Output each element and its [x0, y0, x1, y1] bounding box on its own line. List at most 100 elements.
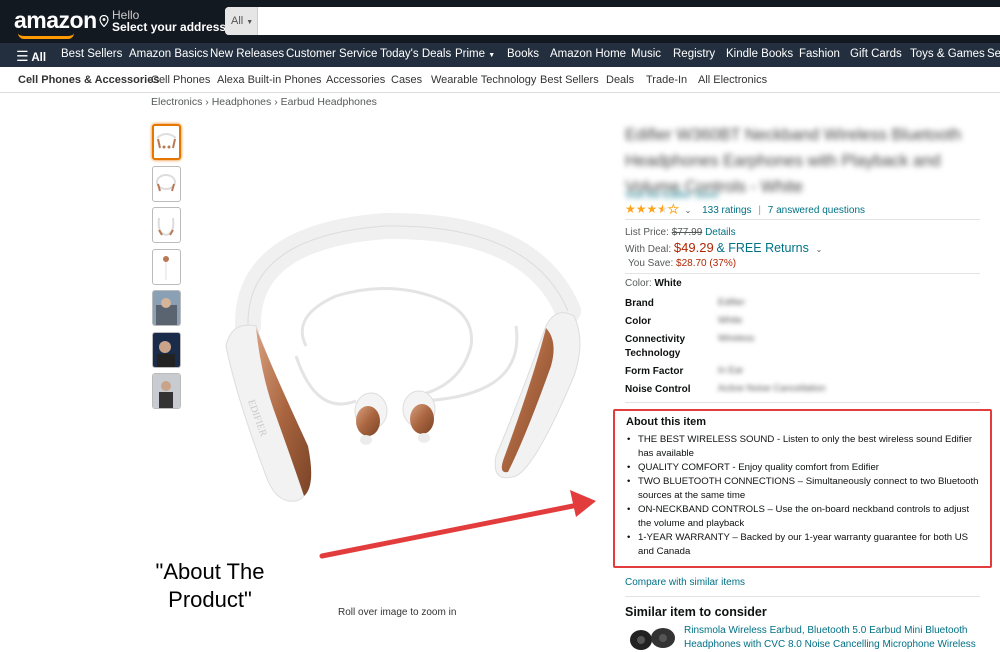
- category-subnav: Cell Phones & Accessories Cell Phones Al…: [0, 67, 1000, 93]
- list-price-value: $77.99: [671, 227, 703, 238]
- about-this-item: About this item THE BEST WIRELESS SOUND …: [613, 409, 992, 568]
- search-category-dropdown[interactable]: All ▼: [225, 7, 258, 35]
- deal-price-row: With Deal: $49.29 & FREE Returns ⌄: [625, 240, 822, 255]
- divider: [625, 219, 980, 220]
- breadcrumb-item[interactable]: Electronics: [151, 96, 202, 108]
- thumbnail-image[interactable]: [152, 207, 181, 243]
- similar-item-link[interactable]: Rinsmola Wireless Earbud, Bluetooth 5.0 …: [684, 624, 984, 652]
- color-value: White: [654, 278, 682, 289]
- thumbnail-image[interactable]: [152, 373, 181, 409]
- thumbnail-image[interactable]: [152, 166, 181, 202]
- annotation-callout: "About The Product": [150, 558, 270, 614]
- hamburger-icon: ☰: [16, 48, 29, 64]
- list-price-label: List Price:: [625, 227, 669, 238]
- rating-row: ★★★★★★ ⌄ 133 ratings | 7 answered questi…: [625, 202, 866, 217]
- subnav-item[interactable]: Trade-In: [646, 74, 687, 86]
- color-selector: Color: White: [625, 278, 682, 289]
- nav-item[interactable]: Music: [631, 48, 661, 60]
- spec-label: Form Factor: [625, 366, 684, 377]
- chevron-down-icon[interactable]: ⌄: [816, 245, 823, 254]
- nav-item[interactable]: Amazon Basics: [129, 48, 208, 60]
- spec-label: Noise Control: [625, 384, 691, 395]
- nav-item[interactable]: New Releases: [210, 48, 284, 60]
- nav-item[interactable]: Books: [507, 48, 539, 60]
- breadcrumb: Electronics › Headphones › Earbud Headph…: [151, 96, 377, 108]
- thumbnail-image[interactable]: [152, 124, 181, 160]
- breadcrumb-item[interactable]: Earbud Headphones: [281, 96, 377, 108]
- nav-item[interactable]: Today's Deals: [380, 48, 451, 60]
- similar-item-heading: Similar item to consider: [625, 605, 767, 619]
- spec-value: In Ear: [718, 365, 744, 376]
- nav-item[interactable]: Amazon Home: [550, 48, 626, 60]
- details-link[interactable]: Details: [705, 227, 736, 238]
- spec-value: Active Noise Cancellation: [718, 383, 826, 394]
- divider: [625, 402, 980, 403]
- about-heading: About this item: [626, 416, 707, 428]
- top-header: amazon Hello Select your address All ▼: [0, 0, 1000, 43]
- nav-all-menu[interactable]: ☰ All: [16, 48, 46, 65]
- subnav-item[interactable]: Wearable Technology: [431, 74, 536, 86]
- divider: [625, 273, 980, 274]
- product-main-image[interactable]: EDIFIER: [186, 196, 606, 516]
- nav-item[interactable]: Best Sellers: [61, 48, 122, 60]
- main-nav: ☰ All Best Sellers Amazon Basics New Rel…: [0, 43, 1000, 67]
- about-bullets: THE BEST WIRELESS SOUND - Listen to only…: [626, 433, 981, 559]
- deliver-address: Select your address: [112, 20, 227, 34]
- about-bullet: TWO BLUETOOTH CONNECTIONS – Simultaneous…: [626, 475, 981, 503]
- thumbnail-image[interactable]: [152, 290, 181, 326]
- thumbnail-image[interactable]: [152, 249, 181, 285]
- subnav-item[interactable]: Cell Phones & Accessories: [18, 74, 159, 86]
- annotation-line: Product": [168, 587, 252, 612]
- deal-label: With Deal:: [625, 244, 672, 255]
- subnav-item[interactable]: Best Sellers: [540, 74, 599, 86]
- caret-down-icon: ▼: [488, 52, 496, 59]
- search-bar[interactable]: All ▼: [225, 7, 1000, 35]
- color-label: Color:: [625, 278, 652, 289]
- ratings-count-link[interactable]: 133 ratings: [702, 205, 751, 216]
- nav-item[interactable]: Toys & Games: [910, 48, 985, 60]
- amazon-logo[interactable]: amazon: [14, 7, 97, 39]
- about-bullet: 1-YEAR WARRANTY – Backed by our 1-year w…: [626, 531, 981, 559]
- nav-prime-label: Prime: [455, 48, 486, 60]
- spec-label: Brand: [625, 298, 654, 309]
- breadcrumb-item[interactable]: Headphones: [212, 96, 272, 108]
- nav-item[interactable]: Se: [987, 48, 1000, 60]
- store-link[interactable]: Visit the Edifier Store: [625, 190, 718, 201]
- zoom-hint: Roll over image to zoom in: [338, 607, 457, 618]
- subnav-item[interactable]: All Electronics: [698, 74, 767, 86]
- annotation-line: "About The: [155, 559, 265, 584]
- star-rating-icon[interactable]: ★★★★★★: [625, 202, 679, 217]
- caret-down-icon: ▼: [246, 19, 254, 26]
- subnav-item[interactable]: Accessories: [326, 74, 385, 86]
- nav-item[interactable]: Gift Cards: [850, 48, 902, 60]
- subnav-item[interactable]: Deals: [606, 74, 634, 86]
- logo-smile-icon: [18, 33, 74, 39]
- location-pin-icon: [99, 15, 109, 27]
- thumbnail-image[interactable]: [152, 332, 181, 368]
- list-price-row: List Price: $77.99 Details: [625, 227, 736, 238]
- nav-item[interactable]: Fashion: [799, 48, 840, 60]
- savings-value: $28.70 (37%): [676, 258, 737, 269]
- nav-all-label: All: [31, 52, 47, 64]
- answered-questions-link[interactable]: 7 answered questions: [768, 205, 865, 216]
- chevron-down-icon[interactable]: ⌄: [685, 206, 692, 215]
- divider: [625, 596, 980, 597]
- similar-item-image[interactable]: [627, 624, 680, 652]
- nav-item[interactable]: Registry: [673, 48, 715, 60]
- about-bullet: ON-NECKBAND CONTROLS – Use the on-board …: [626, 503, 981, 531]
- subnav-item[interactable]: Alexa Built-in Phones: [217, 74, 322, 86]
- nav-item[interactable]: Customer Service: [286, 48, 377, 60]
- spec-value: White: [718, 315, 743, 326]
- spec-label: Connectivity Technology: [625, 334, 686, 359]
- deal-price: $49.29: [673, 240, 714, 255]
- search-category-label: All: [231, 15, 244, 27]
- about-bullet: QUALITY COMFORT - Enjoy quality comfort …: [626, 461, 981, 475]
- subnav-item[interactable]: Cases: [391, 74, 422, 86]
- nav-item-prime[interactable]: Prime ▼: [455, 48, 495, 60]
- subnav-item[interactable]: Cell Phones: [151, 74, 210, 86]
- compare-similar-link[interactable]: Compare with similar items: [625, 577, 745, 588]
- product-title: Edifier W360BT Neckband Wireless Bluetoo…: [625, 126, 962, 196]
- about-bullet: THE BEST WIRELESS SOUND - Listen to only…: [626, 433, 981, 461]
- nav-item[interactable]: Kindle Books: [726, 48, 793, 60]
- free-returns-link[interactable]: & FREE Returns: [716, 241, 808, 255]
